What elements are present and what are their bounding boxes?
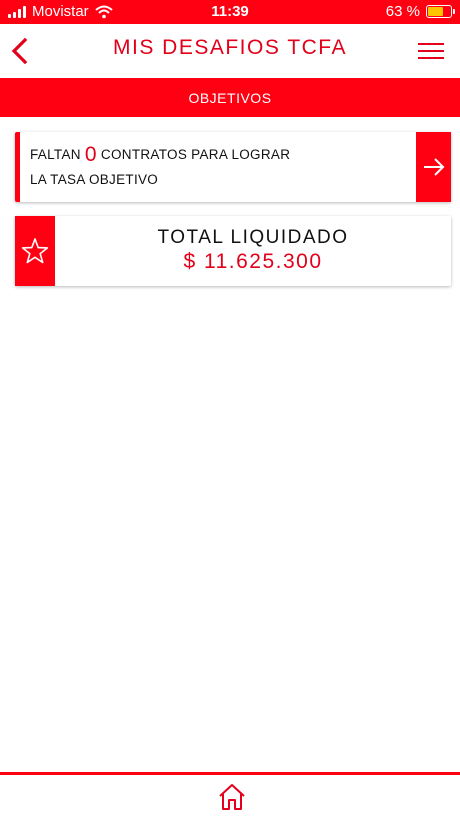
objective-suffix: CONTRATOS PARA LOGRAR bbox=[100, 147, 291, 162]
battery-level bbox=[428, 7, 444, 16]
status-bar: Movistar 11:39 63 % bbox=[0, 0, 460, 24]
hamburger-menu-icon[interactable] bbox=[418, 42, 444, 60]
section-label: OBJETIVOS bbox=[188, 89, 272, 106]
star-box bbox=[15, 216, 55, 286]
objective-card[interactable]: FALTAN 0 CONTRATOS PARA LOGRAR LA TASA O… bbox=[15, 132, 451, 202]
contracts-remaining-count: 0 bbox=[84, 143, 97, 166]
objective-prefix: FALTAN bbox=[30, 147, 81, 162]
arrow-right-icon bbox=[423, 158, 444, 176]
objective-line2: LA TASA OBJETIVO bbox=[30, 172, 159, 187]
status-right: 63 % bbox=[385, 3, 455, 20]
objective-arrow-button[interactable] bbox=[416, 132, 451, 202]
home-icon[interactable] bbox=[217, 782, 247, 812]
objective-text: FALTAN 0 CONTRATOS PARA LOGRAR LA TASA O… bbox=[30, 142, 290, 192]
star-icon bbox=[21, 238, 49, 264]
nav-bar: MIS DESAFIOS TCFA bbox=[0, 24, 460, 77]
section-tab-objetivos[interactable]: OBJETIVOS bbox=[0, 78, 460, 117]
battery-icon bbox=[426, 5, 455, 18]
battery-percent: 63 % bbox=[385, 3, 420, 20]
page-title: MIS DESAFIOS TCFA bbox=[113, 36, 347, 59]
total-label: TOTAL LIQUIDADO bbox=[157, 227, 349, 248]
bottom-divider bbox=[0, 772, 460, 775]
total-value: $ 11.625.300 bbox=[183, 250, 323, 273]
total-card: TOTAL LIQUIDADO $ 11.625.300 bbox=[15, 216, 451, 286]
